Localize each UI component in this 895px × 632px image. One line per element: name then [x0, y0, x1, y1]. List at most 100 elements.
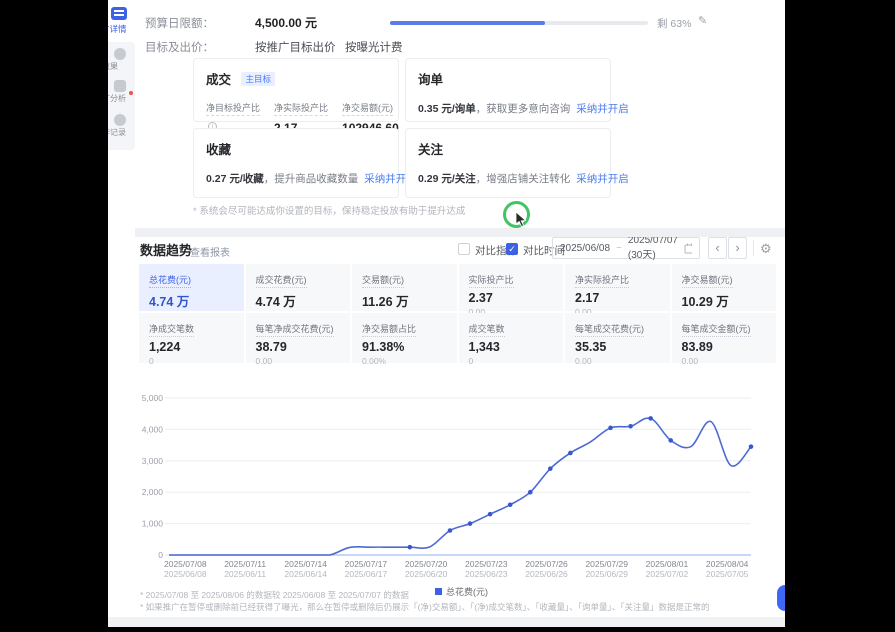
data-point-marker: [507, 502, 513, 508]
tile-net-gmv-ratio[interactable]: 净交易额占比 91.38% 0.00%: [352, 313, 457, 366]
section-divider-band: [135, 228, 785, 237]
follow-desc: 0.29 元/关注，增强店铺关注转化 采纳并开启: [418, 173, 629, 185]
notification-dot: [129, 91, 133, 95]
budget-remaining: 剩 63%: [657, 18, 692, 30]
data-point-marker: [628, 423, 633, 429]
y-tick-label: 3,000: [142, 456, 164, 466]
data-point-marker: [447, 528, 453, 533]
tile-total-cost[interactable]: 总花费(元) 4.74 万 0.00: [139, 264, 244, 322]
y-tick-label: 4,000: [142, 424, 164, 434]
x-tick-compare-label: 2025/06/08: [164, 569, 207, 579]
x-tick-compare-label: 2025/06/23: [465, 569, 508, 579]
y-tick-label: 0: [158, 550, 163, 560]
deal-card-title: 成交: [206, 73, 232, 87]
favorite-card-title: 收藏: [206, 143, 232, 157]
y-tick-label: 1,000: [142, 519, 164, 529]
data-point-marker: [568, 450, 573, 456]
main-series-line: [169, 417, 752, 556]
tile-gmv[interactable]: 交易额(元) 11.26 万 0.00: [352, 264, 457, 322]
bottom-strip: [108, 617, 785, 627]
legend-swatch: [435, 588, 442, 595]
rail-panel: 效果 广分析 作记录: [108, 42, 135, 150]
budget-progress-fill: [390, 21, 545, 25]
effect-icon: [114, 48, 126, 60]
x-tick-compare-label: 2025/06/29: [585, 569, 628, 579]
x-tick-label: 2025/07/14: [284, 559, 327, 569]
data-point-marker: [648, 416, 653, 421]
primary-goal-badge: 主目标: [241, 72, 275, 86]
tile-amount-per-deal[interactable]: 每笔成交金额(元) 83.89 0.00: [671, 313, 776, 366]
budget-amount: 4,500.00 元: [255, 16, 318, 30]
click-indicator-ring: [503, 201, 530, 228]
data-point-marker: [608, 425, 613, 431]
promo-detail-icon: [111, 7, 127, 20]
x-tick-label: 2025/08/01: [646, 559, 689, 569]
budget-edit-icon[interactable]: ✎: [698, 14, 707, 27]
inquiry-desc: 0.35 元/询单，获取更多意向咨询 采纳并开启: [418, 103, 629, 115]
date-start: 2025/06/08: [560, 242, 611, 254]
floating-button-partial[interactable]: [777, 585, 785, 611]
favorite-desc: 0.27 元/收藏，提升商品收藏数量 采纳并开启: [206, 173, 417, 185]
settings-gear-icon[interactable]: ⚙: [760, 241, 772, 257]
date-end: 2025/07/07 (30天): [627, 235, 678, 261]
tile-net-deal-count[interactable]: 净成交笔数 1,224 0: [139, 313, 244, 366]
trend-footnote-2: * 如果推广在暂停或删除前已经获得了曝光，那么在暂停或删除后仍展示「(净)交易额…: [140, 602, 710, 612]
y-tick-label: 2,000: [142, 487, 164, 497]
x-tick-compare-label: 2025/06/17: [345, 569, 388, 579]
x-tick-compare-label: 2025/06/11: [224, 569, 266, 579]
main-content: 预算日限额： 4,500.00 元 剩 63% ✎ 目标及出价： 按推广目标出价…: [135, 0, 785, 627]
x-tick-compare-label: 2025/07/02: [646, 569, 689, 579]
data-point-marker: [467, 521, 473, 526]
follow-adopt-link[interactable]: 采纳并开启: [576, 173, 629, 185]
goal-card-inquiry: 询单 0.35 元/询单，获取更多意向咨询 采纳并开启: [405, 58, 629, 122]
calendar-icon: [684, 243, 692, 253]
x-tick-label: 2025/07/17: [345, 559, 388, 569]
budget-progress-bar[interactable]: [390, 21, 648, 25]
budget-label: 预算日限额：: [145, 18, 214, 30]
data-point-marker: [527, 489, 533, 495]
date-range-picker[interactable]: 2025/06/08 ~ 2025/07/07 (30天): [552, 235, 700, 261]
goal-card-favorite: 收藏 0.27 元/收藏，提升商品收藏数量 采纳并开启: [193, 128, 417, 198]
chart-legend[interactable]: 总花费(元): [435, 585, 488, 598]
x-tick-label: 2025/07/23: [465, 559, 508, 569]
trend-line-chart: 01,0002,0003,0004,0005,0002025/07/082025…: [142, 393, 754, 579]
compare-time-checkbox[interactable]: ✓: [506, 243, 518, 255]
analysis-icon: [114, 80, 126, 92]
view-report-link[interactable]: 查看报表: [190, 244, 230, 259]
compare-metric-checkbox[interactable]: [458, 243, 470, 255]
anchor-rail: 广详情 效果 广分析 作记录: [108, 0, 135, 627]
x-tick-label: 2025/07/11: [224, 559, 266, 569]
x-tick-compare-label: 2025/07/05: [706, 569, 749, 579]
tile-deal-cost[interactable]: 成交花费(元) 4.74 万 0.00: [245, 264, 350, 322]
data-point-marker: [668, 438, 674, 443]
app-window: 广详情 效果 广分析 作记录 预算日限额： 4,500.00 元 剩 63% ✎…: [108, 0, 785, 627]
x-tick-compare-label: 2025/06/20: [405, 569, 448, 579]
x-tick-compare-label: 2025/06/26: [525, 569, 568, 579]
bidding-label: 目标及出价：: [145, 42, 214, 54]
x-tick-label: 2025/07/20: [405, 559, 448, 569]
data-point-marker: [748, 444, 754, 449]
tile-cost-per-deal[interactable]: 每笔成交花费(元) 35.35 0.00: [565, 313, 670, 366]
data-point-marker: [407, 544, 413, 550]
trend-footnote-1: * 2025/07/08 至 2025/08/06 的数据较 2025/06/0…: [140, 590, 409, 600]
mouse-cursor-icon: [515, 212, 527, 228]
x-tick-label: 2025/07/08: [164, 559, 207, 569]
date-prev-button[interactable]: ‹: [708, 237, 727, 259]
x-tick-label: 2025/07/26: [525, 559, 568, 569]
date-next-button[interactable]: ›: [728, 237, 747, 259]
divider: [753, 240, 754, 256]
inquiry-adopt-link[interactable]: 采纳并开启: [576, 103, 629, 115]
tile-actual-roi[interactable]: 实际投产比 2.37 0.00: [458, 264, 563, 317]
tile-deal-count[interactable]: 成交笔数 1,343 0: [458, 313, 563, 366]
tile-net-cost-per-deal[interactable]: 每笔净成交花费(元) 38.79 0.00: [245, 313, 350, 366]
data-point-marker: [487, 511, 493, 517]
log-icon: [114, 114, 126, 126]
follow-card-title: 关注: [418, 143, 444, 157]
bidding-option-goal[interactable]: 按推广目标出价: [255, 39, 336, 55]
bidding-option-exposure[interactable]: 按曝光计费: [345, 39, 403, 55]
x-tick-label: 2025/07/29: [585, 559, 628, 569]
x-tick-compare-label: 2025/06/14: [284, 569, 327, 579]
goal-note: * 系统会尽可能达成你设置的目标，保持稳定投放有助于提升达成: [193, 206, 466, 217]
tile-net-gmv[interactable]: 净交易额(元) 10.29 万 0.00: [671, 264, 776, 322]
tile-net-actual-roi[interactable]: 净实际投产比 2.17 0.00: [565, 264, 670, 317]
